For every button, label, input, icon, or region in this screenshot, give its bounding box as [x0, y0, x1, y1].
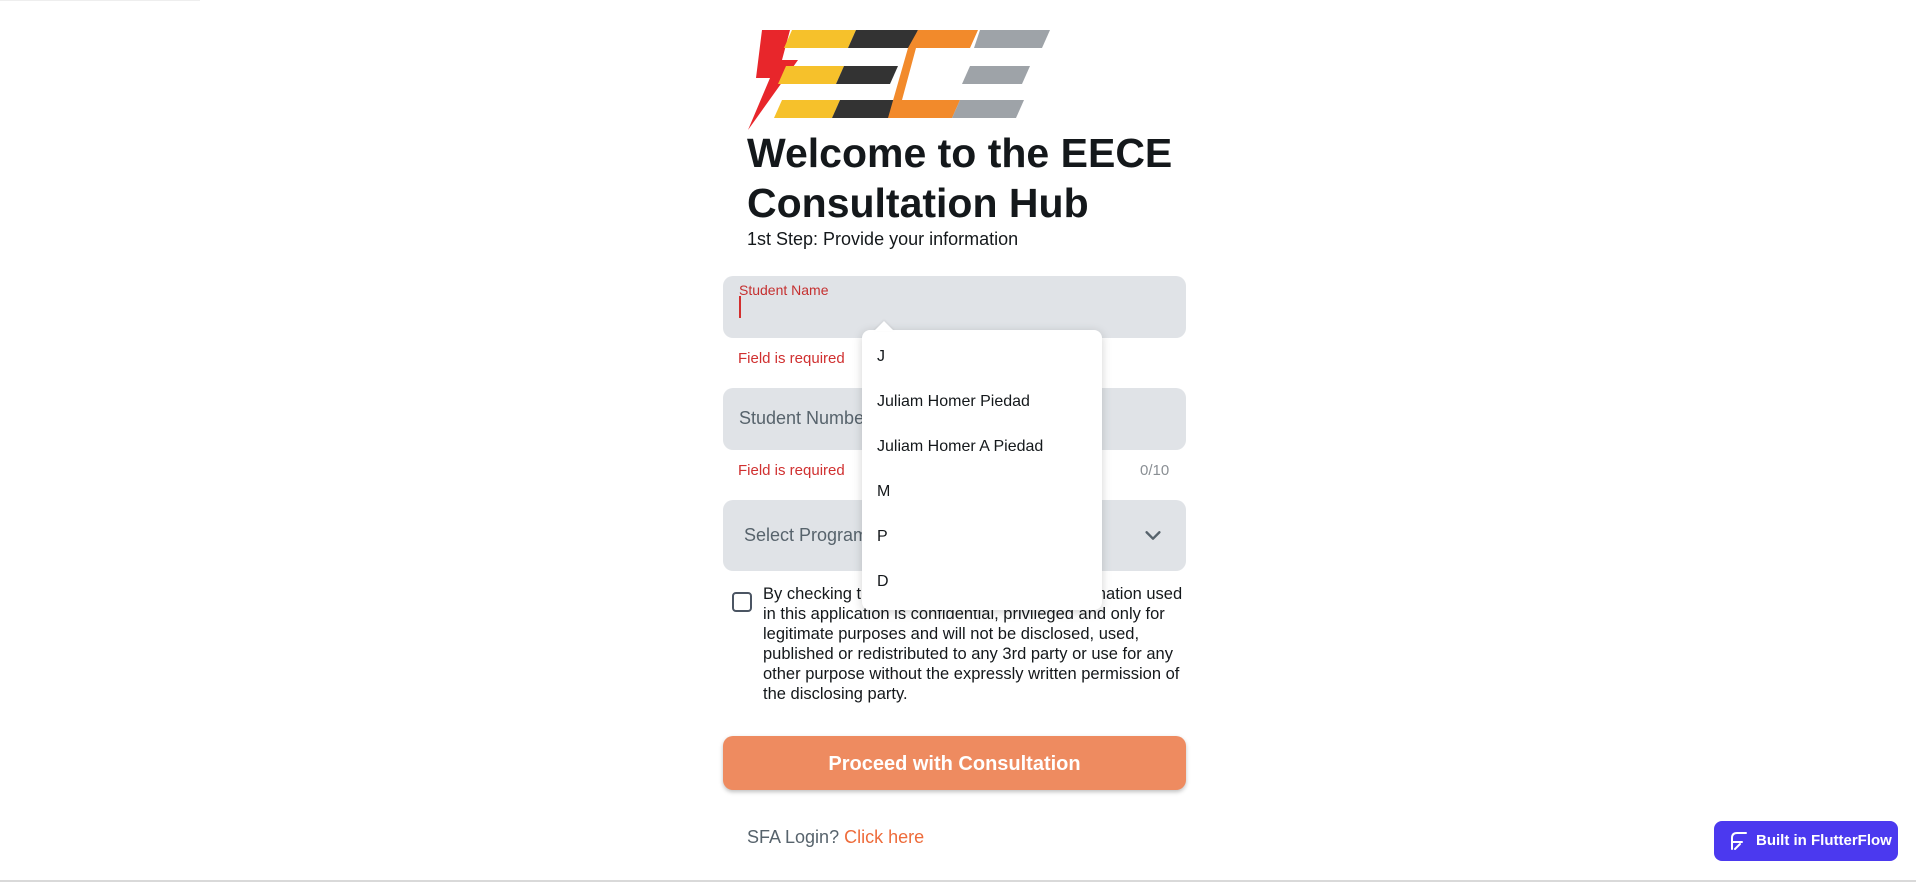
eece-logo — [748, 30, 1050, 130]
student-number-counter: 0/10 — [1140, 462, 1170, 479]
autocomplete-option[interactable]: M — [877, 483, 890, 501]
text-cursor — [739, 296, 741, 318]
autocomplete-dropdown: J Juliam Homer Piedad Juliam Homer A Pie… — [862, 321, 1102, 610]
dropdown-pointer — [874, 321, 894, 331]
badge-label: Built in FlutterFlow — [1756, 832, 1892, 849]
student-name-field[interactable]: Student Name — [723, 276, 1186, 338]
autocomplete-option[interactable]: Juliam Homer Piedad — [877, 393, 1030, 411]
student-name-error: Field is required — [738, 350, 845, 367]
student-name-label: Student Name — [739, 282, 829, 298]
sfa-login-prefix: SFA Login? — [747, 827, 840, 847]
top-edge-line — [0, 0, 200, 1]
autocomplete-option[interactable]: P — [877, 528, 888, 546]
autocomplete-option[interactable]: Juliam Homer A Piedad — [877, 438, 1043, 456]
student-number-placeholder: Student Number — [739, 408, 871, 428]
flutterflow-icon — [1731, 832, 1747, 850]
autocomplete-option[interactable]: D — [877, 573, 889, 591]
autocomplete-option[interactable]: J — [877, 348, 885, 366]
sfa-login-link[interactable]: Click here — [844, 827, 924, 847]
sfa-login-row: SFA Login? Click here — [747, 827, 924, 848]
proceed-button[interactable]: Proceed with Consultation — [723, 736, 1186, 790]
terms-checkbox[interactable] — [732, 592, 752, 612]
page-title: Welcome to the EECE Consultation Hub — [747, 130, 1173, 226]
program-placeholder: Select Program — [744, 525, 869, 545]
built-in-flutterflow-badge[interactable]: Built in FlutterFlow — [1714, 821, 1898, 861]
student-number-error: Field is required — [738, 462, 845, 479]
page-subtitle: 1st Step: Provide your information — [747, 229, 1019, 249]
chevron-down-icon — [1145, 531, 1161, 540]
